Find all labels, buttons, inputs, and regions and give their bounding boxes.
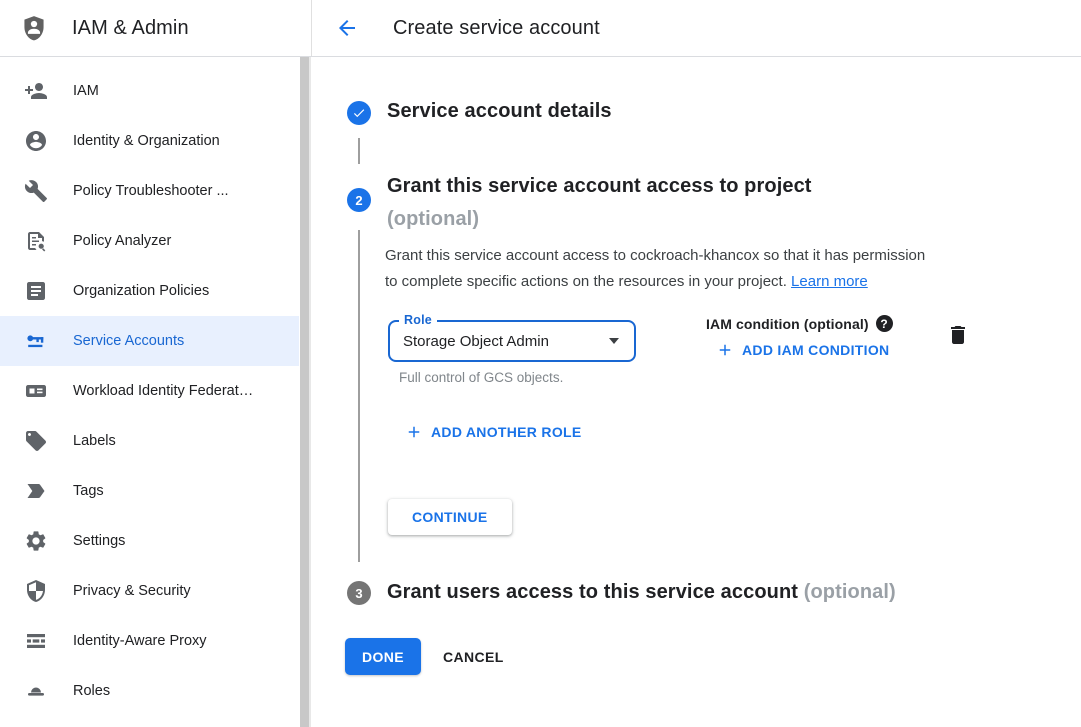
iam-condition-label-text: IAM condition (optional) [706, 316, 869, 332]
cancel-button[interactable]: CANCEL [443, 638, 504, 675]
top-header: IAM & Admin Create service account [0, 0, 1081, 57]
sidebar-item-labels[interactable]: Labels [0, 416, 299, 466]
back-arrow-icon[interactable] [335, 16, 359, 40]
sidebar-item-label: Labels [73, 433, 116, 449]
description-line1: Grant this service account access to coc… [385, 247, 925, 264]
page-header: Create service account [312, 0, 1081, 56]
add-another-role-label: ADD ANOTHER ROLE [431, 424, 582, 440]
tag-icon [24, 429, 48, 453]
sidebar-item-organization-policies[interactable]: Organization Policies [0, 266, 299, 316]
sidebar-item-label: Settings [73, 533, 125, 549]
step2-optional-label: (optional) [387, 208, 479, 230]
sidebar-item-roles[interactable]: Roles [0, 666, 299, 716]
product-title: IAM & Admin [72, 17, 189, 40]
sidebar-item-label: Roles [73, 683, 110, 699]
sidebar-item-label: Tags [73, 483, 104, 499]
step2-title-text: Grant this service account access to pro… [387, 175, 812, 197]
sidebar-item-identity-organization[interactable]: Identity & Organization [0, 116, 299, 166]
shield-icon [24, 579, 48, 603]
sidebar-item-label: Workload Identity Federat… [73, 383, 253, 399]
sidebar-item-policy-analyzer[interactable]: Policy Analyzer [0, 216, 299, 266]
step1-complete-check-icon [347, 101, 371, 125]
iam-condition-label: IAM condition (optional) ? [706, 315, 893, 332]
sidebar-item-workload-identity-federation[interactable]: Workload Identity Federat… [0, 366, 299, 416]
step3-number: 3 [355, 586, 362, 601]
sidebar-item-iam[interactable]: IAM [0, 66, 299, 116]
sidebar-scrollbar[interactable] [299, 57, 312, 727]
step2-title: Grant this service account access to pro… [387, 170, 812, 236]
sidebar-item-label: Identity & Organization [73, 133, 220, 149]
chevron-down-icon [609, 338, 619, 344]
sidebar-item-label: Policy Analyzer [73, 233, 171, 249]
add-iam-condition-button[interactable]: ADD IAM CONDITION [716, 341, 889, 359]
plus-icon [405, 423, 423, 441]
step2-description: Grant this service account access to coc… [385, 243, 925, 294]
label-important-icon [24, 479, 48, 503]
sidebar-item-label: IAM [73, 83, 99, 99]
done-button[interactable]: DONE [345, 638, 421, 675]
service-account-key-icon [24, 329, 48, 353]
sidebar-item-label: Organization Policies [73, 283, 209, 299]
sidebar-item-label: Policy Troubleshooter ... [73, 183, 229, 199]
main-content: Service account details 2 Grant this ser… [312, 57, 1081, 727]
sidebar-item-tags[interactable]: Tags [0, 466, 299, 516]
app-window: IAM & Admin Create service account IAM I… [0, 0, 1081, 727]
iap-icon [24, 629, 48, 653]
sidebar-item-service-accounts[interactable]: Service Accounts [0, 316, 299, 366]
person-add-icon [24, 79, 48, 103]
step2-circle: 2 [347, 188, 371, 212]
product-header: IAM & Admin [0, 0, 312, 56]
sidebar-item-label: Identity-Aware Proxy [73, 633, 207, 649]
step1-title: Service account details [387, 100, 612, 123]
plus-icon [716, 341, 734, 359]
sidebar-item-label: Service Accounts [73, 333, 184, 349]
add-another-role-button[interactable]: ADD ANOTHER ROLE [405, 423, 582, 441]
step3-title-text: Grant users access to this service accou… [387, 581, 798, 603]
hat-icon [24, 679, 48, 703]
stepper-connector [358, 230, 360, 562]
role-select[interactable]: Role Storage Object Admin [388, 320, 636, 362]
iam-admin-shield-icon [20, 13, 48, 43]
role-selected-value: Storage Object Admin [403, 322, 549, 360]
page-title: Create service account [393, 17, 600, 40]
role-helper-text: Full control of GCS objects. [399, 370, 563, 385]
step3-circle: 3 [347, 581, 371, 605]
sidebar-item-identity-aware-proxy[interactable]: Identity-Aware Proxy [0, 616, 299, 666]
policy-analyzer-icon [24, 229, 48, 253]
step2-number: 2 [355, 193, 362, 208]
sidebar-item-policy-troubleshooter[interactable]: Policy Troubleshooter ... [0, 166, 299, 216]
learn-more-link[interactable]: Learn more [791, 273, 868, 290]
sidebar-item-privacy-security[interactable]: Privacy & Security [0, 566, 299, 616]
sidebar-nav: IAM Identity & Organization Policy Troub… [0, 57, 299, 727]
wrench-icon [24, 179, 48, 203]
step3-optional-label: (optional) [804, 581, 896, 603]
delete-role-trash-icon[interactable] [946, 323, 970, 347]
account-circle-icon [24, 129, 48, 153]
badge-icon [24, 379, 48, 403]
sidebar-item-settings[interactable]: Settings [0, 516, 299, 566]
description-line2: to complete specific actions on the reso… [385, 273, 787, 290]
stepper-connector [358, 138, 360, 164]
scrollbar-thumb[interactable] [300, 57, 311, 727]
continue-button[interactable]: CONTINUE [388, 499, 512, 535]
add-iam-condition-label: ADD IAM CONDITION [742, 342, 889, 358]
gear-icon [24, 529, 48, 553]
help-icon[interactable]: ? [876, 315, 893, 332]
document-icon [24, 279, 48, 303]
sidebar-item-label: Privacy & Security [73, 583, 191, 599]
step3-title: Grant users access to this service accou… [387, 581, 896, 604]
